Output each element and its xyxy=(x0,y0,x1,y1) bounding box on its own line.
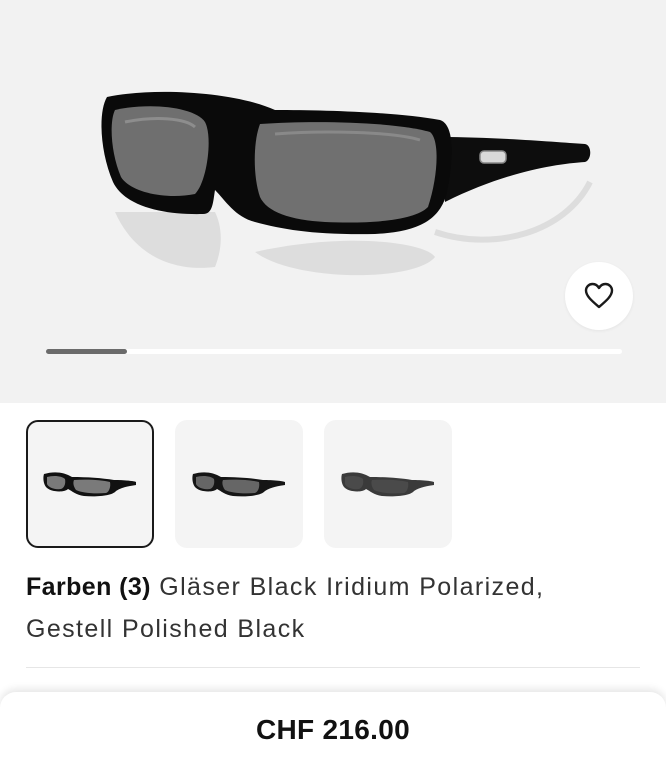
product-price: CHF 216.00 xyxy=(256,714,410,745)
gallery-progress-bar xyxy=(46,349,622,354)
color-swatch-2[interactable] xyxy=(175,420,303,548)
color-swatch-3[interactable] xyxy=(324,420,452,548)
sunglasses-variant-2-thumbnail xyxy=(192,472,285,497)
sunglasses-polished-black-thumbnail xyxy=(43,472,136,497)
sunglasses-variant-3-thumbnail xyxy=(341,472,434,497)
gallery-progress-indicator xyxy=(46,349,127,354)
product-image-gallery[interactable] xyxy=(0,0,666,403)
price-bar: CHF 216.00 xyxy=(0,692,666,768)
color-description: Farben (3) Gläser Black Iridium Polarize… xyxy=(26,566,636,650)
section-divider xyxy=(26,667,640,668)
sunglasses-product-image xyxy=(101,91,593,276)
heart-outline-icon xyxy=(584,282,614,309)
lens-description: Gläser Black Iridium Polarized, xyxy=(159,573,545,601)
frame-description: Gestell Polished Black xyxy=(26,615,306,643)
color-swatch-1[interactable] xyxy=(26,420,154,548)
favorite-button[interactable] xyxy=(565,262,633,330)
colors-count-label: Farben (3) xyxy=(26,573,151,601)
